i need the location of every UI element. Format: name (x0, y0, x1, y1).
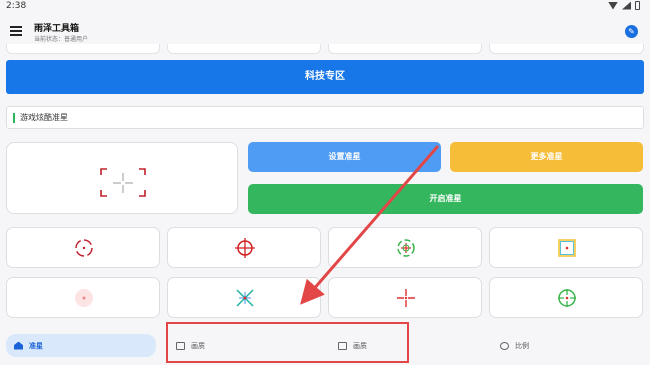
annotation-arrow (300, 145, 440, 305)
